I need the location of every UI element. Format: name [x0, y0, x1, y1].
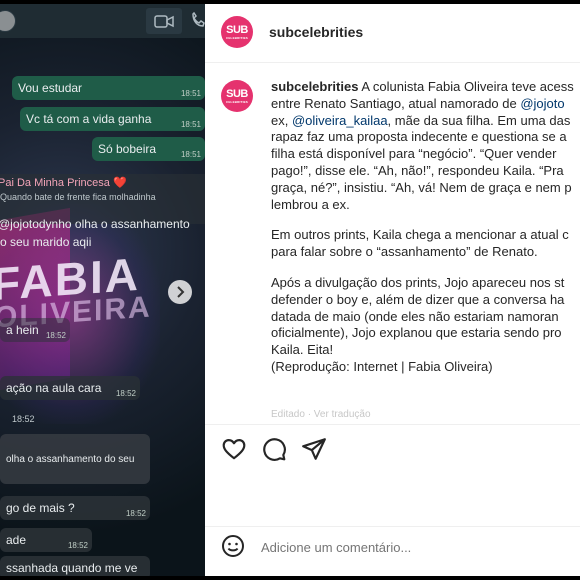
caption-text: A colunista Fabia Oliveira teve acess — [358, 79, 574, 94]
chevron-right-icon — [177, 286, 185, 298]
account-name[interactable]: subcelebrities — [269, 24, 363, 40]
comment-icon[interactable] — [261, 436, 287, 462]
chat-message: ssanhada quando me ve — [0, 556, 150, 576]
caption-text: Em outros prints, Kaila chega a menciona… — [271, 227, 569, 243]
reply-quote: Quando bate de frente fica molhadinha — [0, 192, 156, 202]
share-icon[interactable] — [301, 436, 327, 462]
caption-author[interactable]: subcelebrities — [271, 79, 358, 94]
post-caption: subcelebrities A colunista Fabia Oliveir… — [271, 79, 580, 390]
divider — [205, 526, 580, 527]
emoji-icon[interactable] — [221, 534, 245, 558]
caption-text: datada de maio (onde eles não estariam n… — [271, 308, 559, 324]
post-header: SUB CELEBRITIES subcelebrities — [205, 4, 580, 63]
comment-input[interactable] — [261, 538, 561, 556]
chat-text: @jojotodynho olha o assanhamento — [0, 217, 190, 231]
chat-message: go de mais ? 18:52 — [0, 496, 150, 520]
chat-message: ação na aula cara 18:52 — [0, 376, 140, 400]
chat-message: olha o assanhamento do seu — [0, 434, 150, 484]
caption-text: , mãe da sua filha. Em uma das — [387, 112, 571, 128]
caption-avatar[interactable]: SUB CELEBRITIES — [221, 80, 253, 112]
chat-message: Vc tá com a vida ganha 18:51 — [20, 107, 205, 131]
caption-text: ex, — [271, 112, 292, 128]
video-call-icon — [154, 15, 174, 28]
caption-text: graça, né?”, insistiu. “Ah, vá! Nem de g… — [271, 179, 572, 195]
caption-text: defender o boy e, além de dizer que a co… — [271, 291, 565, 307]
caption-text: (Reprodução: Internet | Fabia Oliveira) — [271, 358, 493, 374]
reply-author: Pai Da Minha Princesa ❤️ — [0, 177, 127, 189]
divider — [205, 424, 580, 425]
caption-text: pago!”, disse ele. “Ah, não!”, respondeu… — [271, 162, 564, 178]
mention-link[interactable]: @jojoto — [520, 96, 564, 111]
next-image-button[interactable] — [168, 280, 192, 304]
screenshot-frame: Vou estudar 18:51 Vc tá com a vida ganha 1… — [0, 0, 580, 580]
phone-icon — [192, 12, 205, 27]
chat-message: ade 18:52 — [0, 528, 92, 552]
caption-text: filha está disponível para “negócio”. “Q… — [271, 146, 557, 162]
caption-paragraph: subcelebrities A colunista Fabia Oliveir… — [271, 79, 580, 213]
chat-header — [0, 4, 205, 38]
edited-note[interactable]: Editado · Ver tradução — [271, 409, 371, 420]
chat-message: Vou estudar 18:51 — [12, 76, 205, 100]
chat-timestamp: 18:52 — [12, 414, 35, 424]
caption-text: Após a divulgação dos prints, Jojo apare… — [271, 274, 565, 290]
caption-text: para falar sobre o “assanhamento” de Ren… — [271, 244, 538, 260]
contact-avatar — [0, 10, 16, 32]
caption-text: lembrou a ex. — [271, 196, 350, 212]
caption-paragraph: Em outros prints, Kaila chega a menciona… — [271, 227, 580, 261]
caption-text: oficialmente), Jojo explanou que estaria… — [271, 325, 562, 341]
chat-text: o seu marido aqii — [0, 235, 92, 249]
caption-text: Kaila. Eita! — [271, 342, 334, 358]
post-sidebar: SUB CELEBRITIES subcelebrities SUB CELEB… — [205, 4, 580, 576]
chat-message: Só bobeira 18:51 — [92, 137, 205, 161]
post-image: Vou estudar 18:51 Vc tá com a vida ganha 1… — [0, 4, 205, 576]
caption-text: rapaz faz uma proposta indecente e quest… — [271, 129, 567, 145]
heart-icon[interactable] — [221, 436, 247, 462]
caption-paragraph: Após a divulgação dos prints, Jojo apare… — [271, 275, 580, 376]
account-avatar[interactable]: SUB CELEBRITIES — [221, 16, 253, 48]
chat-message: a hein 18:52 — [0, 318, 70, 342]
mention-link[interactable]: @oliveira_kailaa — [292, 113, 388, 128]
caption-text: entre Renato Santiago, atual namorado de — [271, 95, 521, 111]
